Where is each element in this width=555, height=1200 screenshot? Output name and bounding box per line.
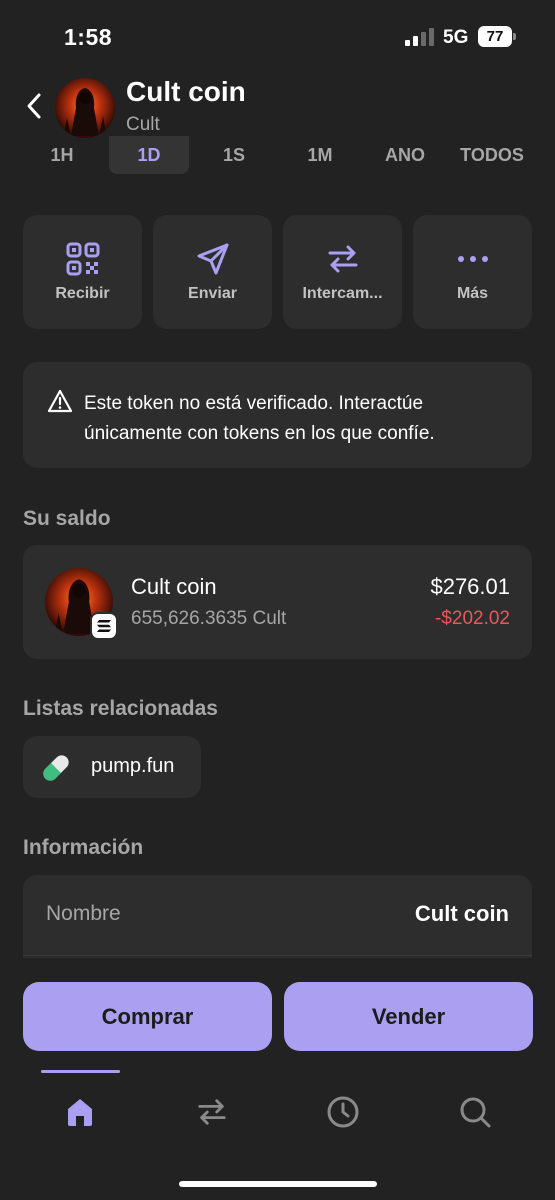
swap-icon <box>198 1099 226 1125</box>
more-button[interactable]: Más <box>413 215 532 329</box>
tab-swap[interactable] <box>192 1092 232 1132</box>
send-icon <box>197 243 228 275</box>
send-label: Enviar <box>188 285 237 302</box>
battery-icon: 77 <box>478 26 516 47</box>
range-ano[interactable]: ANO <box>370 136 440 174</box>
range-1h[interactable]: 1H <box>30 136 94 174</box>
related-section-title: Listas relacionadas <box>23 697 218 720</box>
time-range-selector: 1H 1D 1S 1M ANO TODOS <box>0 136 555 176</box>
range-1s[interactable]: 1S <box>202 136 266 174</box>
balance-section-title: Su saldo <box>23 507 111 530</box>
balance-card[interactable]: Cult coin 655,626.3635 Cult $276.01 -$20… <box>23 545 532 659</box>
home-icon <box>68 1099 92 1126</box>
warning-text: Este token no está verificado. Interactú… <box>84 393 435 444</box>
info-section-title: Información <box>23 836 144 859</box>
token-header: Cult coin Cult <box>0 70 555 145</box>
battery-level: 77 <box>486 28 504 45</box>
balance-token-name: Cult coin <box>131 574 217 599</box>
balance-change: -$202.02 <box>434 608 510 629</box>
info-value-name: Cult coin <box>414 901 509 926</box>
swap-label: Intercam... <box>302 285 383 302</box>
swap-icon <box>328 245 357 273</box>
page-title: Cult coin <box>126 76 246 107</box>
network-type: 5G <box>443 27 469 48</box>
warning-triangle-icon <box>47 389 73 413</box>
history-icon <box>327 1096 359 1128</box>
home-indicator <box>179 1181 377 1187</box>
info-key-name: Nombre <box>46 902 121 925</box>
signal-icon <box>405 28 434 46</box>
status-time: 1:58 <box>64 24 113 50</box>
tab-home[interactable] <box>60 1092 100 1132</box>
bottom-tab-bar <box>0 1070 555 1160</box>
token-symbol: Cult <box>126 114 160 135</box>
unverified-warning: Este token no está verificado. Interactú… <box>23 362 532 468</box>
token-avatar <box>55 78 115 138</box>
search-icon <box>460 1097 491 1128</box>
range-todos[interactable]: TODOS <box>452 136 532 174</box>
back-arrow-icon[interactable] <box>22 90 46 122</box>
info-card: Nombre Cult coin <box>23 875 532 965</box>
more-icon <box>457 256 488 262</box>
active-tab-indicator <box>41 1070 120 1073</box>
range-1m[interactable]: 1M <box>288 136 352 174</box>
receive-label: Recibir <box>55 285 110 302</box>
range-1d[interactable]: 1D <box>109 136 189 174</box>
more-label: Más <box>456 285 489 302</box>
tab-history[interactable] <box>323 1092 363 1132</box>
action-buttons: Recibir Enviar Intercam... Más <box>23 215 533 329</box>
balance-token-amount: 655,626.3635 Cult <box>131 608 287 629</box>
swap-button[interactable]: Intercam... <box>283 215 402 329</box>
send-button[interactable]: Enviar <box>153 215 272 329</box>
status-bar: 1:58 5G 77 <box>0 0 555 70</box>
qr-code-icon <box>66 242 99 276</box>
divider <box>23 955 532 956</box>
related-list-label: pump.fun <box>91 755 175 777</box>
pill-icon <box>43 755 69 781</box>
sell-button[interactable]: Vender <box>284 982 533 1051</box>
receive-button[interactable]: Recibir <box>23 215 142 329</box>
solana-icon <box>90 612 118 640</box>
tab-search[interactable] <box>455 1092 495 1132</box>
balance-usd-value: $276.01 <box>430 574 510 599</box>
buy-button[interactable]: Comprar <box>23 982 272 1051</box>
related-list-chip[interactable]: pump.fun <box>23 736 201 798</box>
